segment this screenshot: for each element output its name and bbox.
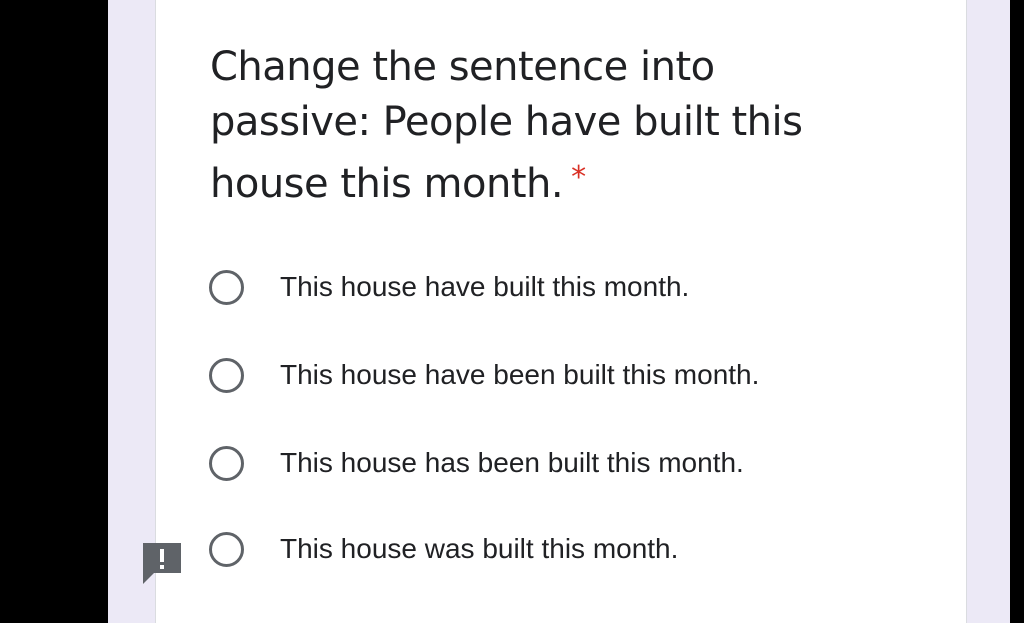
feedback-alert-icon[interactable] [140, 540, 184, 591]
option-2[interactable]: This house have been built this month. [209, 351, 759, 399]
option-label: This house have built this month. [280, 271, 690, 302]
radio-button[interactable] [209, 531, 244, 567]
option-label: This house have been built this month. [280, 359, 760, 390]
radio-button[interactable] [209, 269, 244, 305]
option-4[interactable]: This house was built this month. [209, 525, 678, 573]
option-label: This house has been built this month. [280, 447, 744, 478]
radio-button[interactable] [209, 445, 244, 481]
option-label: This house was built this month. [280, 533, 679, 564]
answer-options: This house have built this month. This h… [209, 0, 949, 623]
screen: Change the sentence into passive: People… [0, 0, 1024, 623]
option-1[interactable]: This house have built this month. [209, 263, 689, 311]
radio-button[interactable] [209, 357, 244, 393]
option-3[interactable]: This house has been built this month. [209, 439, 744, 487]
